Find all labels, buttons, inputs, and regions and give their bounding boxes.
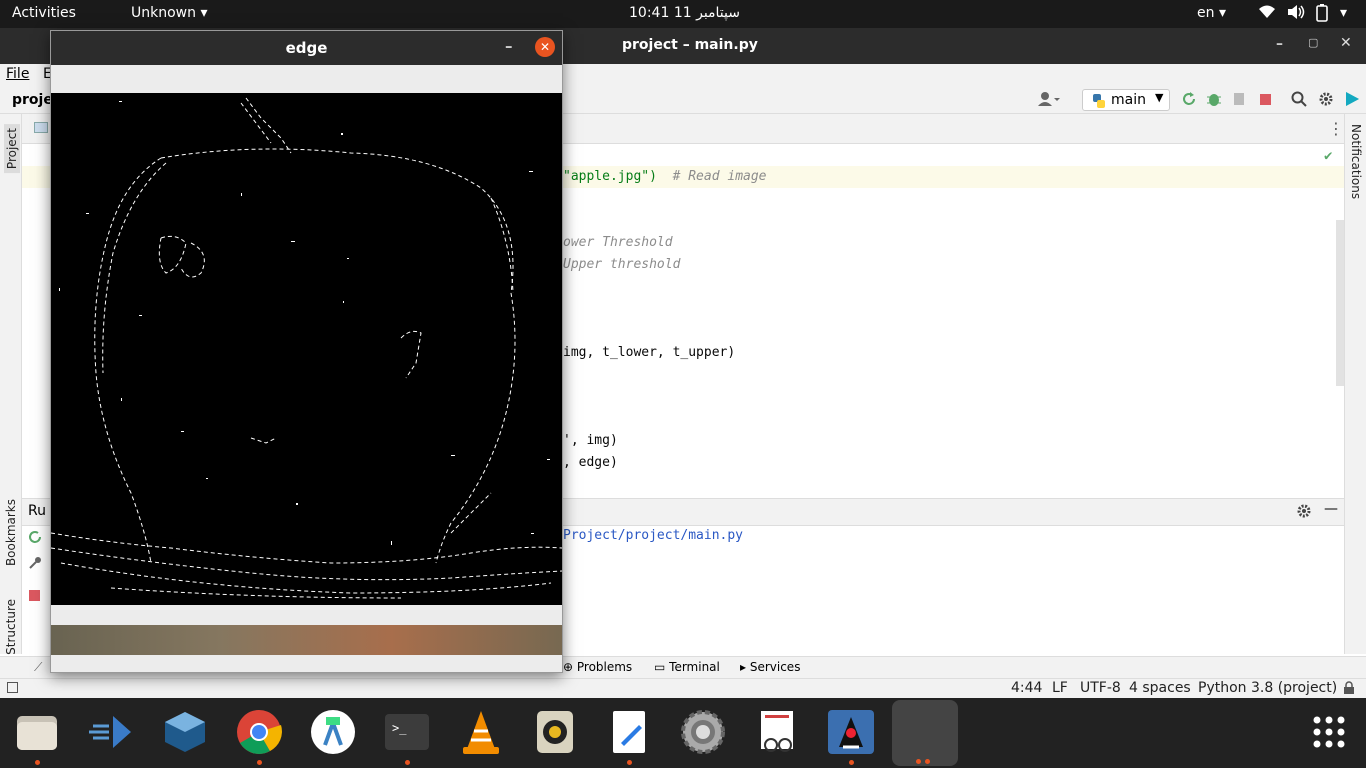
files-icon[interactable] bbox=[11, 706, 63, 765]
editor-scrollbar[interactable] bbox=[1336, 220, 1344, 386]
problems-tab[interactable]: ⊕ Problems bbox=[563, 660, 632, 674]
left-tool-strip: Project Bookmarks Structure bbox=[0, 114, 22, 655]
apple-edge-drawing bbox=[50, 97, 563, 599]
stop-icon[interactable] bbox=[1259, 92, 1273, 111]
code-read-comment: # Read image bbox=[672, 169, 767, 184]
rhythmbox-icon[interactable] bbox=[529, 706, 581, 758]
running-app-slot[interactable] bbox=[892, 700, 958, 766]
chrome-icon[interactable] bbox=[233, 706, 285, 765]
project-breadcrumb[interactable]: proje bbox=[12, 92, 53, 108]
rerun-icon[interactable] bbox=[1181, 91, 1197, 111]
wrench-icon[interactable] bbox=[28, 556, 42, 574]
code-imshow-edge: , edge) bbox=[563, 455, 618, 470]
ubuntu-dock: >_ bbox=[0, 698, 1366, 768]
virtualbox-icon[interactable] bbox=[159, 706, 211, 758]
services-tab[interactable]: ▸ Services bbox=[740, 660, 800, 674]
code-canny-call: img, t_lower, t_upper) bbox=[563, 345, 736, 360]
project-view-icon[interactable] bbox=[34, 122, 48, 133]
ide-window-title: project – main.py bbox=[622, 37, 758, 53]
app-menu[interactable]: Unknown ▾ bbox=[131, 5, 207, 21]
text-editor-icon[interactable] bbox=[603, 706, 655, 765]
run-output-path[interactable]: Project/project/main.py bbox=[563, 528, 743, 543]
python-interpreter[interactable]: Python 3.8 (project) bbox=[1198, 680, 1337, 696]
language-indicator[interactable]: en ▾ bbox=[1197, 5, 1226, 21]
terminal-icon[interactable]: >_ bbox=[381, 706, 433, 765]
rerun-run-icon[interactable] bbox=[28, 530, 42, 548]
clock[interactable]: سپتامبر 11 10:41 bbox=[629, 5, 740, 21]
python-icon bbox=[1091, 93, 1107, 113]
edge-close-button[interactable]: ✕ bbox=[535, 37, 555, 57]
right-tool-strip: Notifications bbox=[1344, 114, 1366, 654]
debug-icon[interactable] bbox=[1206, 91, 1222, 111]
document-viewer-icon[interactable] bbox=[751, 706, 803, 758]
vlc-icon[interactable] bbox=[455, 706, 507, 758]
maximize-button[interactable]: ▢ bbox=[1308, 36, 1318, 49]
services-tab-label: Services bbox=[749, 660, 801, 674]
user-icon[interactable] bbox=[1038, 91, 1062, 111]
minimize-button[interactable]: – bbox=[1276, 36, 1283, 52]
chevron-down-icon: ▼ bbox=[1155, 91, 1164, 104]
code-upper-comment: Upper threshold bbox=[563, 257, 681, 272]
code-lower-comment: ower Threshold bbox=[563, 235, 673, 250]
volume-icon[interactable] bbox=[1287, 4, 1305, 24]
edge-window-titlebar[interactable]: edge – ✕ bbox=[51, 31, 562, 65]
run-config-label: main bbox=[1111, 92, 1146, 108]
coverage-icon[interactable] bbox=[1232, 91, 1248, 111]
menu-file[interactable]: File bbox=[6, 66, 29, 82]
system-menu-chevron-icon[interactable]: ▾ bbox=[1340, 5, 1347, 21]
file-encoding[interactable]: UTF-8 bbox=[1080, 680, 1121, 696]
run-panel-title: Ru bbox=[28, 503, 46, 519]
svg-text:>_: >_ bbox=[392, 721, 407, 735]
app-menu-label: Unknown bbox=[131, 5, 196, 21]
vcs-icon[interactable]: ⟋ bbox=[34, 660, 42, 675]
edge-window-title: edge bbox=[285, 39, 328, 57]
java-duke-icon[interactable] bbox=[825, 706, 877, 765]
gnome-top-bar: Activities Unknown ▾ سپتامبر 11 10:41 en… bbox=[0, 0, 1366, 28]
android-studio-icon[interactable] bbox=[307, 706, 359, 758]
more-options-icon[interactable]: ⋮ bbox=[1328, 119, 1344, 138]
hide-panel-icon[interactable]: — bbox=[1324, 501, 1338, 517]
problems-tab-label: Problems bbox=[576, 660, 633, 674]
background-image-strip bbox=[51, 625, 562, 655]
show-apps-icon[interactable] bbox=[1303, 706, 1355, 758]
caret-position[interactable]: 4:44 bbox=[1011, 680, 1042, 696]
lock-icon[interactable] bbox=[1342, 681, 1356, 699]
run-settings-gear-icon[interactable] bbox=[1296, 503, 1312, 523]
battery-icon[interactable] bbox=[1315, 4, 1329, 26]
code-read-string: "apple.jpg") bbox=[563, 169, 657, 184]
edge-image-window[interactable]: edge – ✕ bbox=[50, 30, 563, 673]
sticky-code-icon[interactable] bbox=[85, 706, 137, 758]
activities-button[interactable]: Activities bbox=[12, 5, 76, 21]
edge-minimize-button[interactable]: – bbox=[505, 37, 513, 55]
inspection-ok-icon[interactable]: ✔ bbox=[1324, 148, 1332, 164]
stop-run-icon[interactable] bbox=[29, 590, 41, 606]
layout-toggle-icon[interactable] bbox=[7, 682, 18, 693]
close-button[interactable]: ✕ bbox=[1340, 35, 1352, 51]
notifications-tool-tab[interactable]: Notifications bbox=[1349, 124, 1363, 199]
run-config-select[interactable]: main ▼ bbox=[1082, 89, 1170, 111]
project-tool-tab[interactable]: Project bbox=[4, 124, 20, 174]
line-ending[interactable]: LF bbox=[1052, 680, 1068, 696]
jetbrains-logo-icon[interactable] bbox=[1344, 91, 1360, 111]
indent-setting[interactable]: 4 spaces bbox=[1129, 680, 1191, 696]
code-imshow-original: ', img) bbox=[563, 433, 618, 448]
language-label: en bbox=[1197, 5, 1215, 21]
terminal-tab[interactable]: ▭ Terminal bbox=[654, 660, 720, 674]
canny-edge-image bbox=[50, 93, 563, 605]
gear-icon[interactable] bbox=[1318, 91, 1334, 111]
bookmarks-tool-tab[interactable]: Bookmarks bbox=[4, 499, 18, 566]
wifi-icon[interactable] bbox=[1258, 4, 1276, 24]
status-bar: 4:44 LF UTF-8 4 spaces Python 3.8 (proje… bbox=[0, 678, 1366, 698]
search-icon[interactable] bbox=[1291, 91, 1307, 111]
terminal-tab-label: Terminal bbox=[669, 660, 720, 674]
structure-tool-tab[interactable]: Structure bbox=[4, 599, 18, 655]
settings-icon[interactable] bbox=[677, 706, 729, 758]
